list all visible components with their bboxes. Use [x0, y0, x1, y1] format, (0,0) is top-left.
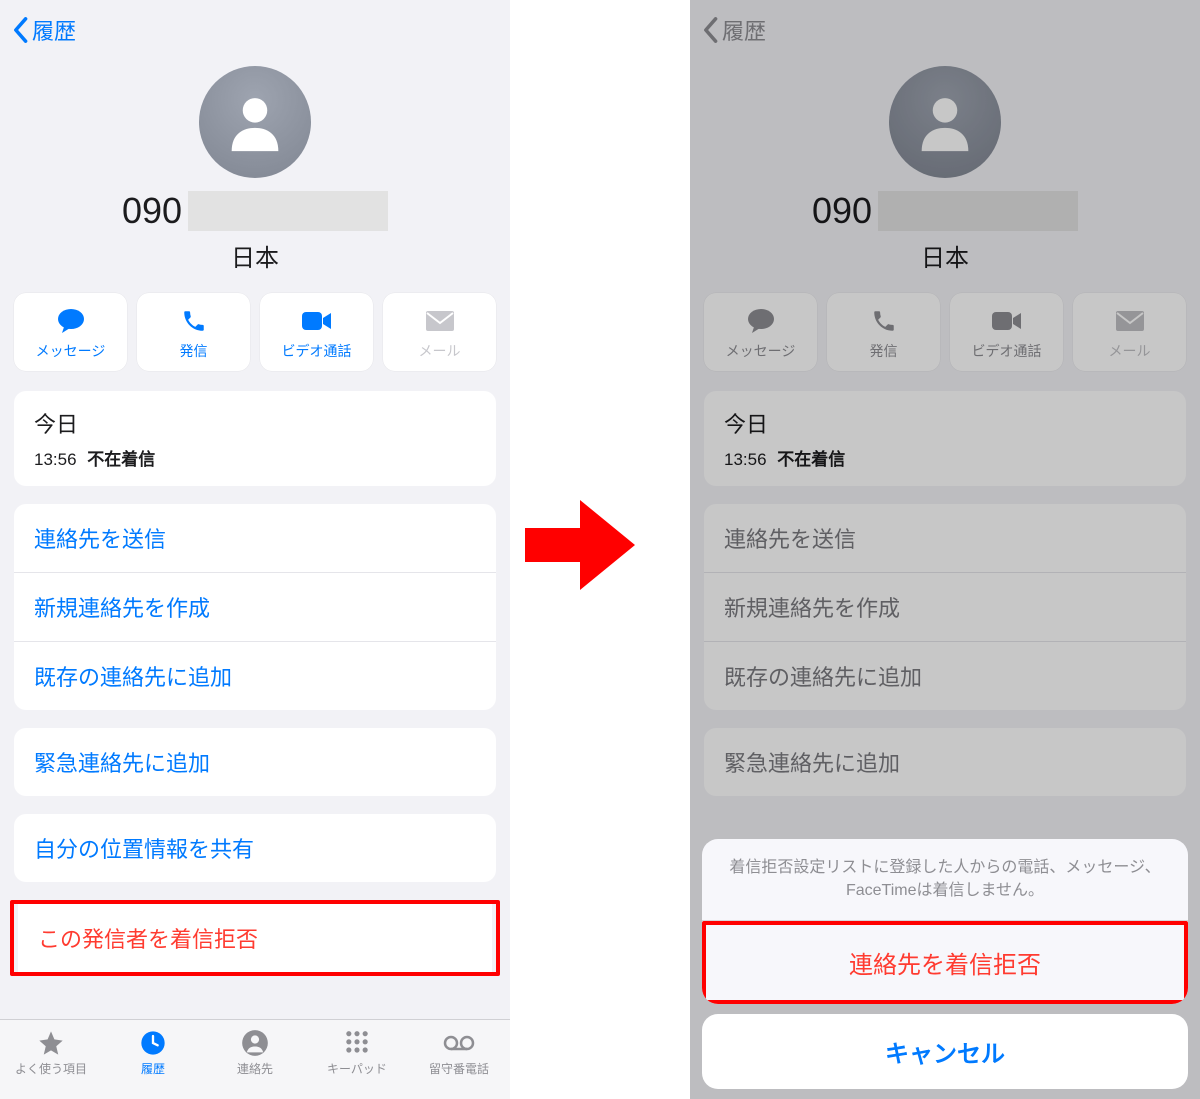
phone-icon [871, 308, 897, 334]
person-circle-icon [241, 1029, 269, 1057]
chevron-left-icon [700, 16, 720, 44]
country-label: 日本 [0, 238, 510, 273]
contact-options-card: 連絡先を送信 新規連絡先を作成 既存の連絡先に追加 [704, 504, 1186, 710]
message-button[interactable]: メッセージ [14, 293, 127, 371]
voicemail-icon [443, 1033, 475, 1053]
add-existing-row[interactable]: 既存の連絡先に追加 [14, 641, 496, 710]
avatar [199, 66, 311, 178]
contact-header: 090 日本 [0, 60, 510, 273]
mail-label: メール [383, 341, 496, 361]
chevron-left-icon [10, 16, 30, 44]
tab-keypad-label: キーパッド [306, 1060, 408, 1077]
back-button[interactable]: 履歴 [10, 14, 76, 46]
back-label: 履歴 [32, 14, 76, 46]
person-icon [910, 87, 980, 157]
tab-favorites-label: よく使う項目 [0, 1060, 102, 1077]
arrow-icon [520, 490, 640, 600]
log-status: 不在着信 [777, 450, 845, 469]
star-icon [37, 1029, 65, 1057]
call-button: 発信 [827, 293, 940, 371]
add-existing-row: 既存の連絡先に追加 [704, 641, 1186, 710]
action-sheet: 着信拒否設定リストに登録した人からの電話、メッセージ、FaceTimeは着信しま… [690, 839, 1200, 1099]
avatar [889, 66, 1001, 178]
tab-recents-label: 履歴 [102, 1060, 204, 1077]
contact-options-card: 連絡先を送信 新規連絡先を作成 既存の連絡先に追加 [14, 504, 496, 710]
video-label: ビデオ通話 [260, 341, 373, 361]
call-button[interactable]: 発信 [137, 293, 250, 371]
log-header: 今日 [14, 391, 496, 445]
message-icon [56, 307, 86, 335]
clock-icon [139, 1029, 167, 1057]
cancel-button[interactable]: キャンセル [702, 1014, 1188, 1089]
message-label: メッセージ [704, 341, 817, 361]
mail-button: メール [1073, 293, 1186, 371]
phone-number-prefix: 090 [812, 190, 872, 232]
emergency-card: 緊急連絡先に追加 [704, 728, 1186, 796]
highlight-box-right: 連絡先を着信拒否 [702, 921, 1188, 1004]
message-icon [746, 307, 776, 335]
log-status: 不在着信 [87, 450, 155, 469]
mail-button: メール [383, 293, 496, 371]
action-row: メッセージ 発信 ビデオ通話 メール [0, 293, 510, 371]
video-label: ビデオ通話 [950, 341, 1063, 361]
share-contact-row: 連絡先を送信 [704, 504, 1186, 572]
location-card: 自分の位置情報を共有 [14, 814, 496, 882]
nav-header: 履歴 [0, 0, 510, 60]
sheet-message: 着信拒否設定リストに登録した人からの電話、メッセージ、FaceTimeは着信しま… [702, 839, 1188, 921]
emergency-row: 緊急連絡先に追加 [704, 728, 1186, 796]
share-location-row[interactable]: 自分の位置情報を共有 [14, 814, 496, 882]
tab-keypad[interactable]: キーパッド [306, 1028, 408, 1077]
mail-label: メール [1073, 341, 1186, 361]
video-button: ビデオ通話 [950, 293, 1063, 371]
call-label: 発信 [827, 341, 940, 361]
tab-contacts-label: 連絡先 [204, 1060, 306, 1077]
call-log-card: 今日 13:56 不在着信 [14, 391, 496, 486]
message-button: メッセージ [704, 293, 817, 371]
tab-bar: よく使う項目 履歴 連絡先 キーパッド 留守番電話 [0, 1019, 510, 1099]
phone-number-redacted [878, 191, 1078, 231]
person-icon [220, 87, 290, 157]
phone-screen-right: 履歴 090 日本 メッセージ 発信 ビデオ通話 [690, 0, 1200, 1099]
log-time: 13:56 [724, 450, 767, 469]
video-icon [991, 310, 1023, 332]
contact-header: 090 日本 [690, 60, 1200, 273]
keypad-icon [343, 1029, 371, 1057]
call-label: 発信 [137, 341, 250, 361]
tab-recents[interactable]: 履歴 [102, 1028, 204, 1077]
create-contact-row: 新規連絡先を作成 [704, 572, 1186, 641]
log-entry: 13:56 不在着信 [704, 445, 1186, 486]
tab-voicemail-label: 留守番電話 [408, 1060, 510, 1077]
tab-voicemail[interactable]: 留守番電話 [408, 1028, 510, 1077]
mail-icon [1115, 310, 1145, 332]
phone-icon [181, 308, 207, 334]
action-row: メッセージ 発信 ビデオ通話 メール [690, 293, 1200, 371]
message-label: メッセージ [14, 341, 127, 361]
mail-icon [425, 310, 455, 332]
video-icon [301, 310, 333, 332]
phone-number-prefix: 090 [122, 190, 182, 232]
action-sheet-card: 着信拒否設定リストに登録した人からの電話、メッセージ、FaceTimeは着信しま… [702, 839, 1188, 1004]
country-label: 日本 [690, 238, 1200, 273]
emergency-card: 緊急連絡先に追加 [14, 728, 496, 796]
highlight-box-left: この発信者を着信拒否 [10, 900, 500, 976]
call-log-card: 今日 13:56 不在着信 [704, 391, 1186, 486]
log-entry: 13:56 不在着信 [14, 445, 496, 486]
log-time: 13:56 [34, 450, 77, 469]
emergency-row[interactable]: 緊急連絡先に追加 [14, 728, 496, 796]
phone-screen-left: 履歴 090 日本 メッセージ 発信 ビデオ通話 [0, 0, 510, 1099]
block-caller-row[interactable]: この発信者を着信拒否 [18, 904, 492, 972]
share-contact-row[interactable]: 連絡先を送信 [14, 504, 496, 572]
back-button: 履歴 [700, 14, 766, 46]
tab-favorites[interactable]: よく使う項目 [0, 1028, 102, 1077]
back-label: 履歴 [722, 14, 766, 46]
video-button[interactable]: ビデオ通話 [260, 293, 373, 371]
block-contact-action[interactable]: 連絡先を着信拒否 [706, 925, 1184, 1000]
tab-contacts[interactable]: 連絡先 [204, 1028, 306, 1077]
log-header: 今日 [704, 391, 1186, 445]
nav-header: 履歴 [690, 0, 1200, 60]
phone-number-redacted [188, 191, 388, 231]
create-contact-row[interactable]: 新規連絡先を作成 [14, 572, 496, 641]
